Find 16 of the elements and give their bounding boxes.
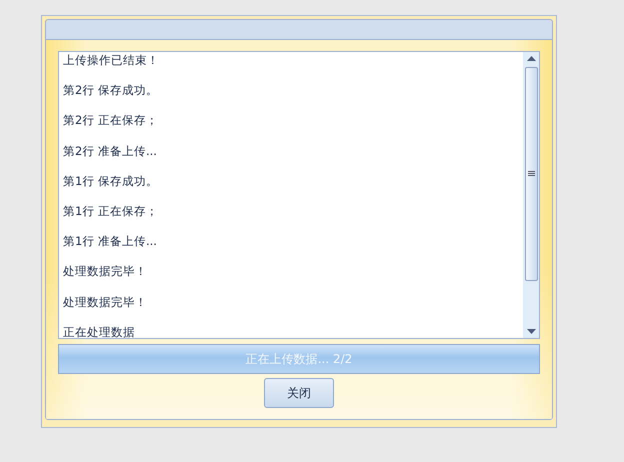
log-line: 处理数据完毕！	[63, 264, 148, 280]
scrollbar[interactable]	[523, 52, 539, 338]
log-line: 第1行 准备上传...	[63, 234, 158, 250]
log-line: 上传操作已结束！	[63, 53, 160, 69]
log-line: 第2行 正在保存；	[63, 113, 159, 130]
progress-label: 正在上传数据... 2/2	[246, 350, 352, 368]
log-line: 第1行 保存成功。	[63, 174, 159, 190]
log-line: 处理数据完毕！	[63, 294, 148, 310]
log-line: 第2行 准备上传...	[63, 144, 158, 160]
scroll-thumb[interactable]	[524, 67, 538, 281]
scroll-up-arrow-icon[interactable]	[526, 56, 536, 61]
log-line: 第1行 正在保存；	[63, 204, 159, 220]
scroll-down-arrow-icon[interactable]	[526, 329, 536, 334]
close-button[interactable]: 关闭	[264, 378, 334, 408]
log-line: 正在处理数据	[63, 324, 136, 338]
log-line: 第2行 保存成功。	[63, 83, 159, 100]
